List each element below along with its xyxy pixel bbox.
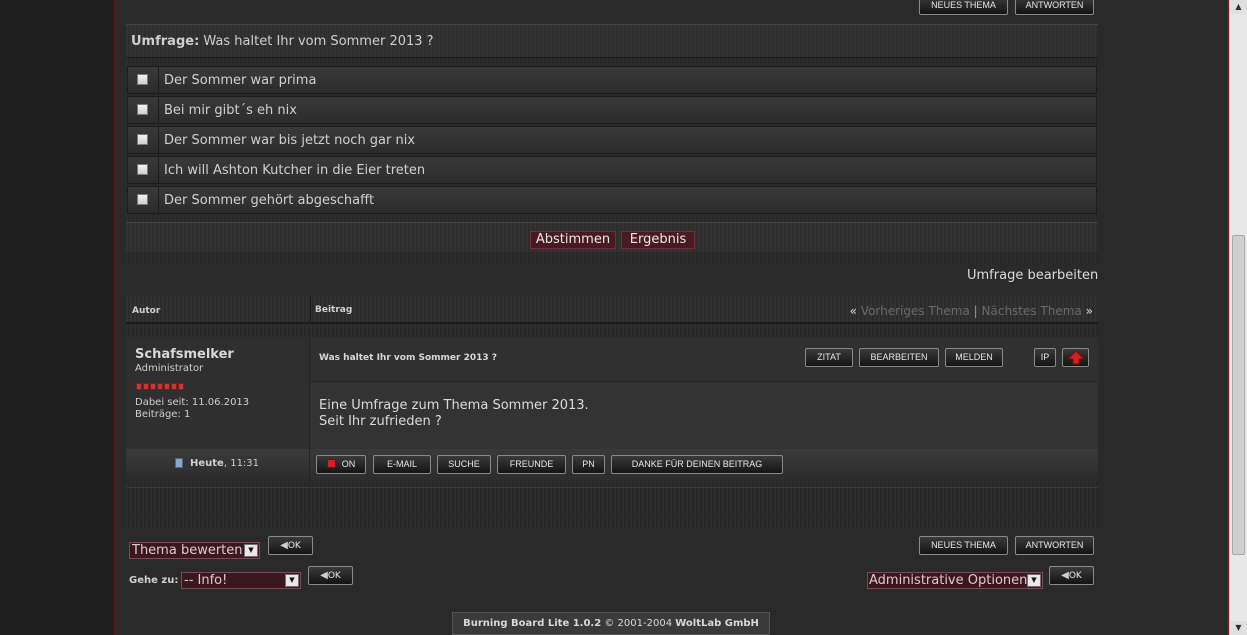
checkbox[interactable]	[137, 164, 148, 175]
post-title: Was haltet Ihr vom Sommer 2013 ?	[319, 353, 497, 363]
post-column-header: Beitrag	[315, 305, 353, 315]
divider	[126, 215, 1098, 221]
rank-star-icon	[150, 383, 156, 390]
checkbox[interactable]	[137, 134, 148, 145]
thanks-button[interactable]: DANKE FÜR DEINEN BEITRAG	[611, 455, 783, 474]
online-status-button[interactable]: ON	[316, 455, 366, 474]
post-date: Heute, 11:31	[190, 458, 260, 469]
rank-star-icon	[143, 383, 149, 390]
divider	[126, 253, 1098, 263]
new-thread-button-bottom[interactable]: NEUES THEMA	[919, 536, 1008, 555]
scroll-thumb[interactable]	[1232, 235, 1245, 555]
arrow-up-icon	[1066, 350, 1085, 365]
poll-option-label: Bei mir gibt´s eh nix	[164, 103, 297, 118]
poll-option[interactable]: Bei mir gibt´s eh nix	[127, 96, 1097, 124]
divider	[126, 518, 1098, 530]
vote-button[interactable]: Abstimmen	[530, 231, 616, 249]
poll-option[interactable]: Der Sommer war prima	[127, 66, 1097, 94]
poll-title: Umfrage: Was haltet Ihr vom Sommer 2013 …	[131, 34, 434, 49]
post-icon	[175, 458, 183, 468]
edit-button[interactable]: BEARBEITEN	[859, 348, 939, 367]
arrow-left-icon: ◀	[320, 570, 328, 581]
poll-option[interactable]: Der Sommer war bis jetzt noch gar nix	[127, 126, 1097, 154]
search-button[interactable]: SUCHE	[437, 455, 491, 474]
poll-option[interactable]: Der Sommer gehört abgeschafft	[127, 186, 1097, 214]
poll-option[interactable]: Ich will Ashton Kutcher in die Eier tret…	[127, 156, 1097, 184]
pm-button[interactable]: PN	[572, 455, 605, 474]
copyright-footer: Burning Board Lite 1.0.2 © 2001-2004 Wol…	[452, 612, 770, 635]
chevron-down-icon: ▼	[1027, 574, 1041, 587]
email-button[interactable]: E-MAIL	[373, 455, 431, 474]
author-column-header: Autor	[132, 306, 161, 316]
goto-select[interactable]: -- Info! ▼	[181, 572, 301, 589]
result-button[interactable]: Ergebnis	[621, 231, 695, 249]
top-of-page-button[interactable]	[1062, 348, 1089, 367]
rate-ok-button[interactable]: ◀OK	[268, 536, 313, 555]
new-thread-button-top[interactable]: NEUES THEMA	[919, 0, 1008, 15]
post-author-name[interactable]: Schafsmelker	[135, 347, 234, 362]
scroll-down-icon[interactable]: ▼	[1230, 621, 1247, 635]
post-author-rank: Administrator	[135, 363, 204, 374]
post-author-count: Beiträge: 1	[135, 409, 191, 420]
scroll-up-icon[interactable]: ▲	[1230, 0, 1247, 14]
poll-title-bar: Umfrage: Was haltet Ihr vom Sommer 2013 …	[126, 24, 1098, 58]
post-author-joined: Dabei seit: 11.06.2013	[135, 397, 250, 408]
friends-button[interactable]: FREUNDE	[497, 455, 566, 474]
checkbox[interactable]	[137, 104, 148, 115]
poll-option-label: Ich will Ashton Kutcher in die Eier tret…	[164, 163, 426, 178]
status-icon	[326, 459, 336, 468]
divider	[126, 482, 1098, 486]
prev-thread-link[interactable]: Vorheriges Thema	[861, 304, 970, 318]
divider	[126, 325, 1098, 337]
checkbox[interactable]	[137, 74, 148, 85]
reply-button-top[interactable]: ANTWORTEN	[1015, 0, 1094, 15]
arrow-left-icon: ◀	[1061, 570, 1069, 581]
checkbox[interactable]	[137, 194, 148, 205]
next-thread-link[interactable]: Nächstes Thema	[982, 304, 1082, 318]
quote-button[interactable]: ZITAT	[805, 348, 853, 367]
edit-poll-link[interactable]: Umfrage bearbeiten	[967, 268, 1098, 283]
arrow-left-icon: ◀	[280, 540, 288, 551]
post-separator-bar	[126, 487, 1098, 517]
thread-header: Autor Beitrag « Vorheriges Thema | Nächs…	[126, 296, 1098, 324]
poll-option-label: Der Sommer war prima	[164, 73, 317, 88]
rank-star-icon	[171, 383, 177, 390]
rank-star-icon	[136, 383, 142, 390]
poll-option-label: Der Sommer gehört abgeschafft	[164, 193, 375, 208]
rank-stars	[136, 375, 185, 394]
admin-options-select[interactable]: Administrative Optionen: ▼	[867, 572, 1043, 589]
scrollbar[interactable]: ▲ ▼	[1229, 0, 1247, 635]
rank-star-icon	[157, 383, 163, 390]
ip-button[interactable]: IP	[1034, 348, 1056, 367]
goto-label: Gehe zu:	[129, 575, 179, 586]
chevron-down-icon: ▼	[244, 544, 258, 557]
poll-option-label: Der Sommer war bis jetzt noch gar nix	[164, 133, 416, 148]
admin-ok-button[interactable]: ◀OK	[1049, 566, 1094, 585]
rank-star-icon	[178, 383, 184, 390]
rank-star-icon	[164, 383, 170, 390]
post-text-line-1: Eine Umfrage zum Thema Sommer 2013.	[319, 398, 589, 413]
rate-thread-select[interactable]: Thema bewerten: ▼	[129, 542, 260, 559]
reply-button-bottom[interactable]: ANTWORTEN	[1015, 536, 1094, 555]
report-button[interactable]: MELDEN	[945, 348, 1003, 367]
divider	[126, 58, 1098, 65]
thread-nav: « Vorheriges Thema | Nächstes Thema »	[849, 304, 1093, 318]
goto-ok-button[interactable]: ◀OK	[308, 566, 353, 585]
post-text-line-2: Seit Ihr zufrieden ?	[319, 414, 442, 429]
chevron-down-icon: ▼	[285, 574, 299, 587]
